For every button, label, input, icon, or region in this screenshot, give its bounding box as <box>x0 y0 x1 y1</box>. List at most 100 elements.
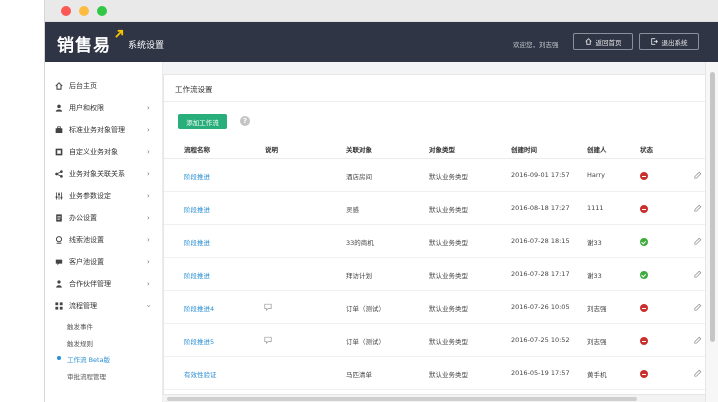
sidebar-item-home[interactable]: 后台主页 <box>45 75 163 97</box>
column-header-object[interactable]: 关联对象 <box>346 144 372 154</box>
sidebar-item-business-params[interactable]: 业务参数设定 › <box>45 185 163 207</box>
sidebar: 后台主页 用户和权限 › 标准业务对象管理 › 自定义业务对象 › 业务对象关联… <box>45 62 163 402</box>
table-row[interactable]: 阶段推进4 订单（测试） 默认业务类型 2016-07-26 10:05 刘志强 <box>164 291 712 324</box>
object-type: 默认业务类型 <box>429 206 468 214</box>
workflow-name-link[interactable]: 阶段推进 <box>184 270 210 280</box>
status-disabled-icon[interactable] <box>640 337 648 345</box>
edit-icon[interactable] <box>694 303 702 311</box>
workflow-name-link[interactable]: 阶段推进 <box>184 204 210 214</box>
chevron-right-icon: › <box>147 258 150 266</box>
creator: 黄手机 <box>587 371 607 379</box>
home-button[interactable]: 返回首页 <box>573 33 633 50</box>
sidebar-item-label: 用户和权限 <box>69 104 104 112</box>
sidebar-item-customer-pool[interactable]: 客户池设置 › <box>45 251 163 273</box>
sidebar-item-label: 自定义业务对象 <box>69 148 118 156</box>
created-time: 2016-05-19 17:57 <box>511 369 570 377</box>
object-type: 默认业务类型 <box>429 305 468 313</box>
active-indicator-dot <box>57 356 61 360</box>
app-logo[interactable]: 销售易 <box>57 31 111 56</box>
related-object: 订单（测试） <box>346 338 385 346</box>
table-row[interactable]: 阶段推进 酒店房间 默认业务类型 2016-09-01 17:57 Harry <box>164 159 712 192</box>
status-disabled-icon[interactable] <box>640 205 648 213</box>
welcome-text: 欢迎您，刘志强 <box>513 41 559 49</box>
close-window-button[interactable] <box>61 6 71 16</box>
sidebar-item-label: 客户池设置 <box>69 258 104 266</box>
table-header: 流程名称 说明 关联对象 对象类型 创建时间 创建人 状态 <box>164 137 712 159</box>
column-header-created[interactable]: 创建时间 <box>511 144 537 154</box>
sidebar-item-standard-objects[interactable]: 标准业务对象管理 › <box>45 119 163 141</box>
status-disabled-icon[interactable] <box>640 370 648 378</box>
main-content: 工作流设置 添加工作流 ? 流程名称 说明 关联对象 对象类型 创建时间 创建人… <box>163 62 718 402</box>
comment-icon[interactable] <box>264 303 272 311</box>
submenu-item-trigger-events[interactable]: 触发事件 <box>67 321 93 331</box>
logout-button-label: 退出系统 <box>661 38 688 47</box>
sidebar-item-users[interactable]: 用户和权限 › <box>45 97 163 119</box>
created-time: 2016-08-18 17:27 <box>511 204 570 212</box>
submenu-item-trigger-rules[interactable]: 触发规则 <box>67 338 93 348</box>
workflow-name-link[interactable]: 阶段推进 <box>184 171 210 181</box>
scrollbar-thumb[interactable] <box>710 72 715 342</box>
column-header-name[interactable]: 流程名称 <box>184 144 210 154</box>
sidebar-item-process[interactable]: 流程管理 › <box>45 295 163 317</box>
status-disabled-icon[interactable] <box>640 172 648 180</box>
horizontal-scrollbar[interactable] <box>163 394 705 402</box>
comment-icon[interactable] <box>264 336 272 344</box>
workflow-name-link[interactable]: 阶段推进4 <box>184 303 214 313</box>
edit-icon[interactable] <box>694 204 702 212</box>
sidebar-item-label: 后台主页 <box>69 82 97 90</box>
logout-icon <box>650 38 658 45</box>
edit-icon[interactable] <box>694 336 702 344</box>
logout-button[interactable]: 退出系统 <box>639 33 699 50</box>
sidebar-item-office-settings[interactable]: 办公设置 › <box>45 207 163 229</box>
table-row[interactable]: 有效性验证 马匹清单 默认业务类型 2016-05-19 17:57 黄手机 <box>164 357 712 390</box>
status-enabled-icon[interactable] <box>640 238 648 246</box>
table-row[interactable]: 阶段推进 拜访计划 默认业务类型 2016-07-28 17:17 谢33 <box>164 258 712 291</box>
page-title: 系统设置 <box>128 41 165 51</box>
submenu-item-approval[interactable]: 审批流程管理 <box>67 371 106 381</box>
user-icon <box>55 104 63 112</box>
related-object: 马匹清单 <box>346 371 372 379</box>
table-row[interactable]: 阶段推进5 订单（测试） 默认业务类型 2016-07-25 10:52 刘志强 <box>164 324 712 357</box>
creator: 1111 <box>587 204 604 212</box>
status-disabled-icon[interactable] <box>640 304 648 312</box>
chevron-right-icon: › <box>147 214 150 222</box>
sidebar-item-partners[interactable]: 合作伙伴管理 › <box>45 273 163 295</box>
sidebar-item-label: 办公设置 <box>69 214 97 222</box>
sidebar-item-custom-objects[interactable]: 自定义业务对象 › <box>45 141 163 163</box>
maximize-window-button[interactable] <box>97 6 107 16</box>
workflow-name-link[interactable]: 阶段推进5 <box>184 336 214 346</box>
home-icon <box>55 82 63 90</box>
help-icon[interactable]: ? <box>240 116 250 126</box>
sidebar-item-label: 合作伙伴管理 <box>69 280 111 288</box>
chevron-right-icon: › <box>147 280 150 288</box>
creator: 谢33 <box>587 272 602 280</box>
submenu-item-workflow[interactable]: 工作流 Beta版 <box>67 354 110 364</box>
edit-icon[interactable] <box>694 237 702 245</box>
chevron-down-icon: › <box>144 304 153 308</box>
column-header-desc[interactable]: 说明 <box>265 144 278 154</box>
table-row[interactable]: 阶段推进 33的商机 默认业务类型 2016-07-28 18:15 谢33 <box>164 225 712 258</box>
table-row[interactable]: 阶段推进 灵感 默认业务类型 2016-08-18 17:27 1111 <box>164 192 712 225</box>
sliders-icon <box>55 192 63 200</box>
chevron-right-icon: › <box>147 148 150 156</box>
minimize-window-button[interactable] <box>79 6 89 16</box>
workflow-name-link[interactable]: 有效性验证 <box>184 369 217 379</box>
object-type: 默认业务类型 <box>429 272 468 280</box>
column-header-type[interactable]: 对象类型 <box>429 144 455 154</box>
home-icon <box>584 38 592 45</box>
document-icon <box>56 214 62 222</box>
sidebar-item-object-relations[interactable]: 业务对象关联关系 › <box>45 163 163 185</box>
column-header-status[interactable]: 状态 <box>640 144 653 154</box>
workflow-name-link[interactable]: 阶段推进 <box>184 237 210 247</box>
column-header-creator[interactable]: 创建人 <box>587 144 607 154</box>
add-workflow-button[interactable]: 添加工作流 <box>178 114 227 129</box>
edit-icon[interactable] <box>694 270 702 278</box>
divider <box>164 101 712 102</box>
edit-icon[interactable] <box>694 171 702 179</box>
sidebar-item-lead-pool[interactable]: 线索池设置 › <box>45 229 163 251</box>
edit-icon[interactable] <box>694 369 702 377</box>
scrollbar-thumb[interactable] <box>167 397 637 401</box>
vertical-scrollbar[interactable] <box>705 62 718 402</box>
created-time: 2016-07-28 17:17 <box>511 270 570 278</box>
status-enabled-icon[interactable] <box>640 271 648 279</box>
